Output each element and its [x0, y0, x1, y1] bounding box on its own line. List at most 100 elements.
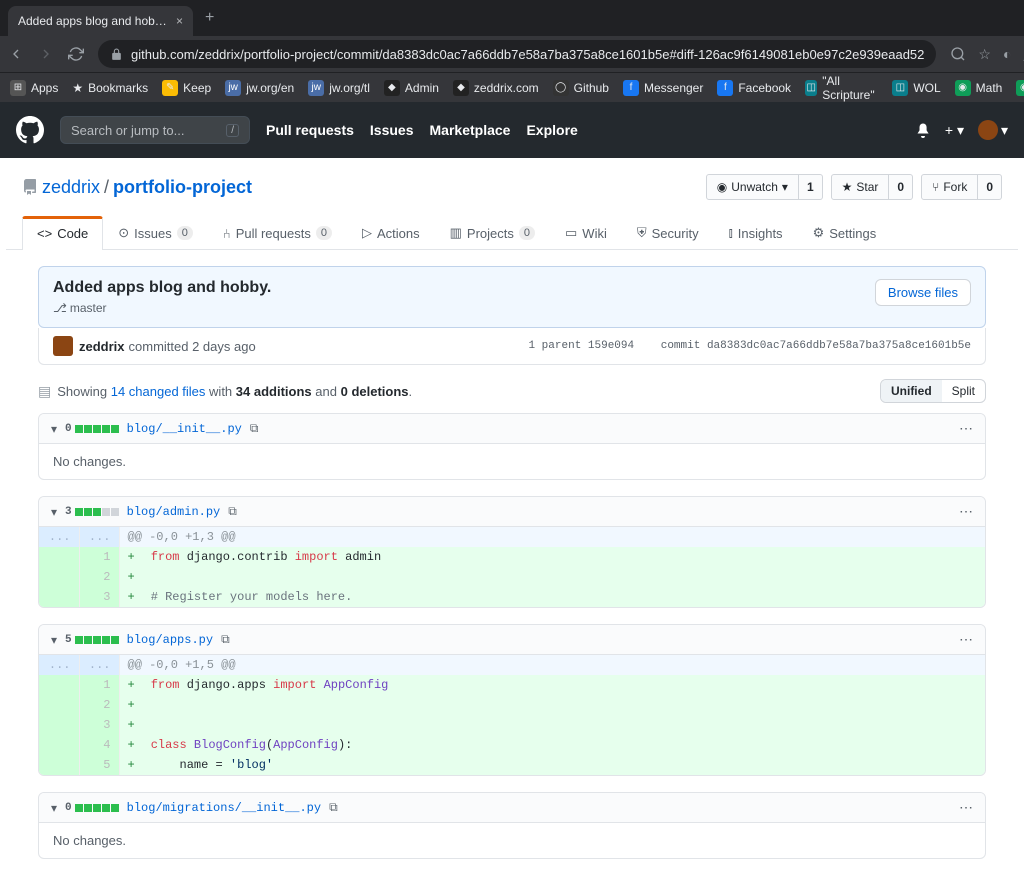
tab-pulls[interactable]: ⑃Pull requests0: [208, 216, 347, 249]
tab-actions[interactable]: ▷Actions: [347, 216, 435, 249]
kebab-icon[interactable]: ⋯: [959, 503, 973, 520]
branch-icon: ⎇: [53, 301, 67, 315]
gear-icon: ⚙: [813, 225, 825, 241]
unified-button[interactable]: Unified: [881, 380, 942, 402]
bookmark-item[interactable]: ◉Math: [955, 80, 1003, 96]
close-icon[interactable]: ×: [176, 14, 183, 28]
address-bar: github.com/zeddrix/portfolio-project/com…: [0, 36, 1024, 72]
split-button[interactable]: Split: [942, 380, 985, 402]
star-count[interactable]: 0: [889, 174, 913, 200]
browser-tab-strip: Added apps blog and hobby. · ze × +: [0, 0, 1024, 36]
chevron-down-icon[interactable]: ▾: [51, 801, 57, 815]
diff-table: ......@@ -0,0 +1,5 @@1+from django.apps …: [39, 655, 985, 775]
github-logo-icon[interactable]: [16, 116, 44, 144]
apps-button[interactable]: ⊞Apps: [10, 80, 58, 96]
bookmark-item[interactable]: ◆Admin: [384, 80, 439, 96]
repo-tabs: <>Code ⊙Issues0 ⑃Pull requests0 ▷Actions…: [6, 216, 1018, 250]
bookmark-item[interactable]: ◉Science: [1016, 80, 1024, 96]
user-avatar[interactable]: ▾: [978, 120, 1008, 140]
reload-icon[interactable]: [68, 46, 84, 62]
author-avatar[interactable]: [53, 336, 73, 356]
github-header: Search or jump to.../ Pull requests Issu…: [0, 102, 1024, 158]
forward-icon[interactable]: [38, 46, 54, 62]
tab-insights[interactable]: ⫾Insights: [714, 216, 798, 249]
bookmark-item[interactable]: fFacebook: [717, 80, 791, 96]
notifications-icon[interactable]: [915, 122, 931, 138]
kebab-icon[interactable]: ⋯: [959, 420, 973, 437]
fork-count[interactable]: 0: [978, 174, 1002, 200]
tab-code[interactable]: <>Code: [22, 216, 103, 250]
commit-header: Added apps blog and hobby. ⎇master Brows…: [38, 266, 986, 328]
chevron-down-icon[interactable]: ▾: [51, 422, 57, 436]
tab-security[interactable]: ⛨Security: [622, 216, 714, 249]
copy-icon[interactable]: ⧉: [329, 800, 338, 815]
file-icon: ▤: [38, 383, 51, 400]
copy-icon[interactable]: ⧉: [250, 421, 259, 436]
bookmark-item[interactable]: ◆zeddrix.com: [453, 80, 539, 96]
repo-icon: [22, 179, 38, 195]
tab-issues[interactable]: ⊙Issues0: [103, 216, 208, 249]
no-changes-text: No changes.: [39, 823, 985, 858]
nav-marketplace[interactable]: Marketplace: [430, 122, 511, 138]
bookmark-item[interactable]: fMessenger: [623, 80, 703, 96]
browser-tab[interactable]: Added apps blog and hobby. · ze ×: [8, 6, 193, 36]
file-diff: ▾ 0 blog/__init__.py ⧉ ⋯ No changes.: [38, 413, 986, 480]
back-icon[interactable]: [8, 46, 24, 62]
fork-button[interactable]: ⑂Fork: [921, 174, 978, 200]
search-input[interactable]: Search or jump to.../: [60, 116, 250, 144]
bookmark-item[interactable]: ◯Github: [553, 80, 609, 96]
new-tab-button[interactable]: +: [205, 9, 214, 27]
bookmarks-bar: ⊞Apps ★Bookmarks ✎Keep jwjw.org/en jwjw.…: [0, 72, 1024, 102]
issue-icon: ⊙: [118, 225, 129, 241]
bookmark-item[interactable]: ✎Keep: [162, 80, 211, 96]
bookmark-star-icon[interactable]: ☆: [978, 46, 991, 63]
bookmark-item[interactable]: jwjw.org/en: [225, 80, 294, 96]
commit-meta: zeddrix committed 2 days ago 1 parent 15…: [38, 328, 986, 365]
tab-title: Added apps blog and hobby. · ze: [18, 14, 168, 28]
browse-files-button[interactable]: Browse files: [875, 279, 971, 306]
kebab-icon[interactable]: ⋯: [959, 799, 973, 816]
star-icon: ★: [842, 180, 853, 194]
file-diff: ▾ 3 blog/admin.py ⧉ ⋯ ......@@ -0,0 +1,3…: [38, 496, 986, 608]
file-name-link[interactable]: blog/migrations/__init__.py: [127, 801, 321, 815]
shield-icon: ⛨: [637, 225, 647, 241]
repo-link[interactable]: portfolio-project: [113, 177, 252, 198]
changed-files-link[interactable]: 14 changed files: [111, 384, 206, 399]
url-input[interactable]: github.com/zeddrix/portfolio-project/com…: [98, 40, 936, 68]
bookmark-item[interactable]: jwjw.org/tl: [308, 80, 370, 96]
nav-pulls[interactable]: Pull requests: [266, 122, 354, 138]
full-sha: da8383dc0ac7a66ddb7e58a7ba375a8ce1601b5e: [707, 340, 971, 352]
bookmark-item[interactable]: ★Bookmarks: [72, 81, 148, 95]
chevron-down-icon[interactable]: ▾: [51, 505, 57, 519]
commit-time: committed 2 days ago: [129, 339, 256, 354]
extension-icon[interactable]: ◐: [1003, 46, 1011, 62]
no-changes-text: No changes.: [39, 444, 985, 479]
star-button[interactable]: ★Star: [831, 174, 890, 200]
breadcrumb: zeddrix / portfolio-project: [22, 177, 252, 198]
file-name-link[interactable]: blog/admin.py: [127, 505, 221, 519]
url-text: github.com/zeddrix/portfolio-project/com…: [131, 47, 924, 62]
diff-view-toggle: Unified Split: [880, 379, 986, 403]
pr-icon: ⑃: [223, 226, 231, 241]
file-name-link[interactable]: blog/__init__.py: [127, 422, 242, 436]
tab-projects[interactable]: ▥Projects0: [435, 216, 550, 249]
file-diff: ▾ 5 blog/apps.py ⧉ ⋯ ......@@ -0,0 +1,5 …: [38, 624, 986, 776]
slash-key-icon: /: [226, 124, 239, 137]
tab-wiki[interactable]: ▭Wiki: [550, 216, 622, 249]
bookmark-item[interactable]: ◫WOL: [892, 80, 940, 96]
search-icon[interactable]: [950, 46, 966, 62]
nav-explore[interactable]: Explore: [526, 122, 577, 138]
eye-icon: ◉: [717, 180, 727, 194]
book-icon: ▭: [565, 225, 577, 241]
copy-icon[interactable]: ⧉: [228, 504, 237, 519]
author-link[interactable]: zeddrix: [79, 339, 125, 354]
commit-title: Added apps blog and hobby.: [53, 279, 271, 297]
watch-button[interactable]: ◉Unwatch▾: [706, 174, 799, 200]
tab-settings[interactable]: ⚙Settings: [798, 216, 892, 249]
parent-sha-link[interactable]: 159e094: [588, 340, 634, 352]
watch-count[interactable]: 1: [799, 174, 823, 200]
add-dropdown[interactable]: + ▾: [945, 122, 964, 139]
bookmark-item[interactable]: ◫"All Scripture": [805, 74, 878, 102]
nav-issues[interactable]: Issues: [370, 122, 414, 138]
owner-link[interactable]: zeddrix: [42, 177, 100, 198]
